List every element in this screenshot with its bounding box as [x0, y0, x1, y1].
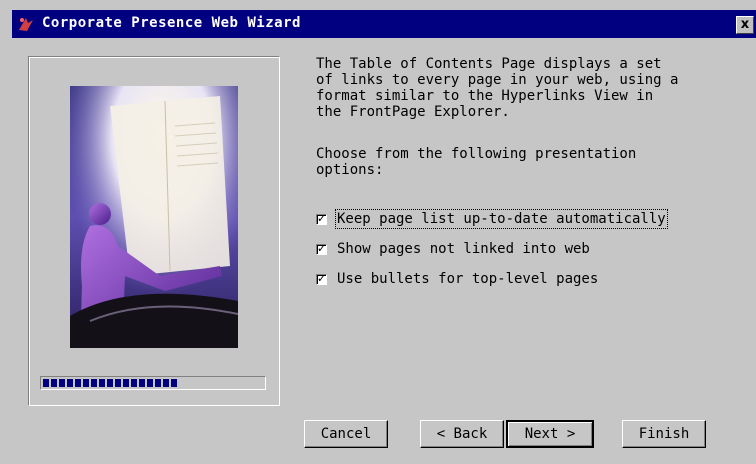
- progress-fill: [43, 379, 179, 387]
- window-title: Corporate Presence Web Wizard: [42, 15, 301, 31]
- wizard-icon: [16, 14, 36, 34]
- option-label: Keep page list up-to-date automatically: [335, 209, 668, 229]
- checkbox[interactable]: ✓: [316, 271, 327, 285]
- title-bar[interactable]: Corporate Presence Web Wizard x: [12, 10, 756, 38]
- finish-button[interactable]: Finish: [622, 420, 706, 448]
- check-mark-icon: ✓: [317, 271, 327, 285]
- close-icon[interactable]: x: [736, 16, 754, 34]
- option-show-unlinked[interactable]: ✓ Show pages not linked into web: [316, 234, 666, 264]
- description-text: The Table of Contents Page displays a se…: [316, 56, 679, 120]
- cancel-button[interactable]: Cancel: [304, 420, 388, 448]
- option-label: Use bullets for top-level pages: [337, 271, 599, 287]
- options-label: Choose from the following presentation o…: [316, 146, 637, 178]
- option-label: Show pages not linked into web: [337, 241, 590, 257]
- option-keep-up-to-date[interactable]: ✓ Keep page list up-to-date automaticall…: [316, 204, 668, 234]
- wizard-window: Corporate Presence Web Wizard x The Tabl…: [0, 0, 756, 464]
- check-mark-icon: ✓: [317, 211, 327, 225]
- checkbox[interactable]: ✓: [316, 241, 327, 255]
- option-use-bullets[interactable]: ✓ Use bullets for top-level pages: [316, 264, 666, 294]
- next-button[interactable]: Next >: [506, 420, 594, 448]
- back-button[interactable]: < Back: [420, 420, 504, 448]
- checkbox[interactable]: ✓: [316, 211, 327, 225]
- progress-bar: [40, 376, 266, 390]
- check-mark-icon: ✓: [317, 241, 327, 255]
- options-list: ✓ Keep page list up-to-date automaticall…: [316, 204, 668, 294]
- wizard-illustration: [70, 86, 238, 348]
